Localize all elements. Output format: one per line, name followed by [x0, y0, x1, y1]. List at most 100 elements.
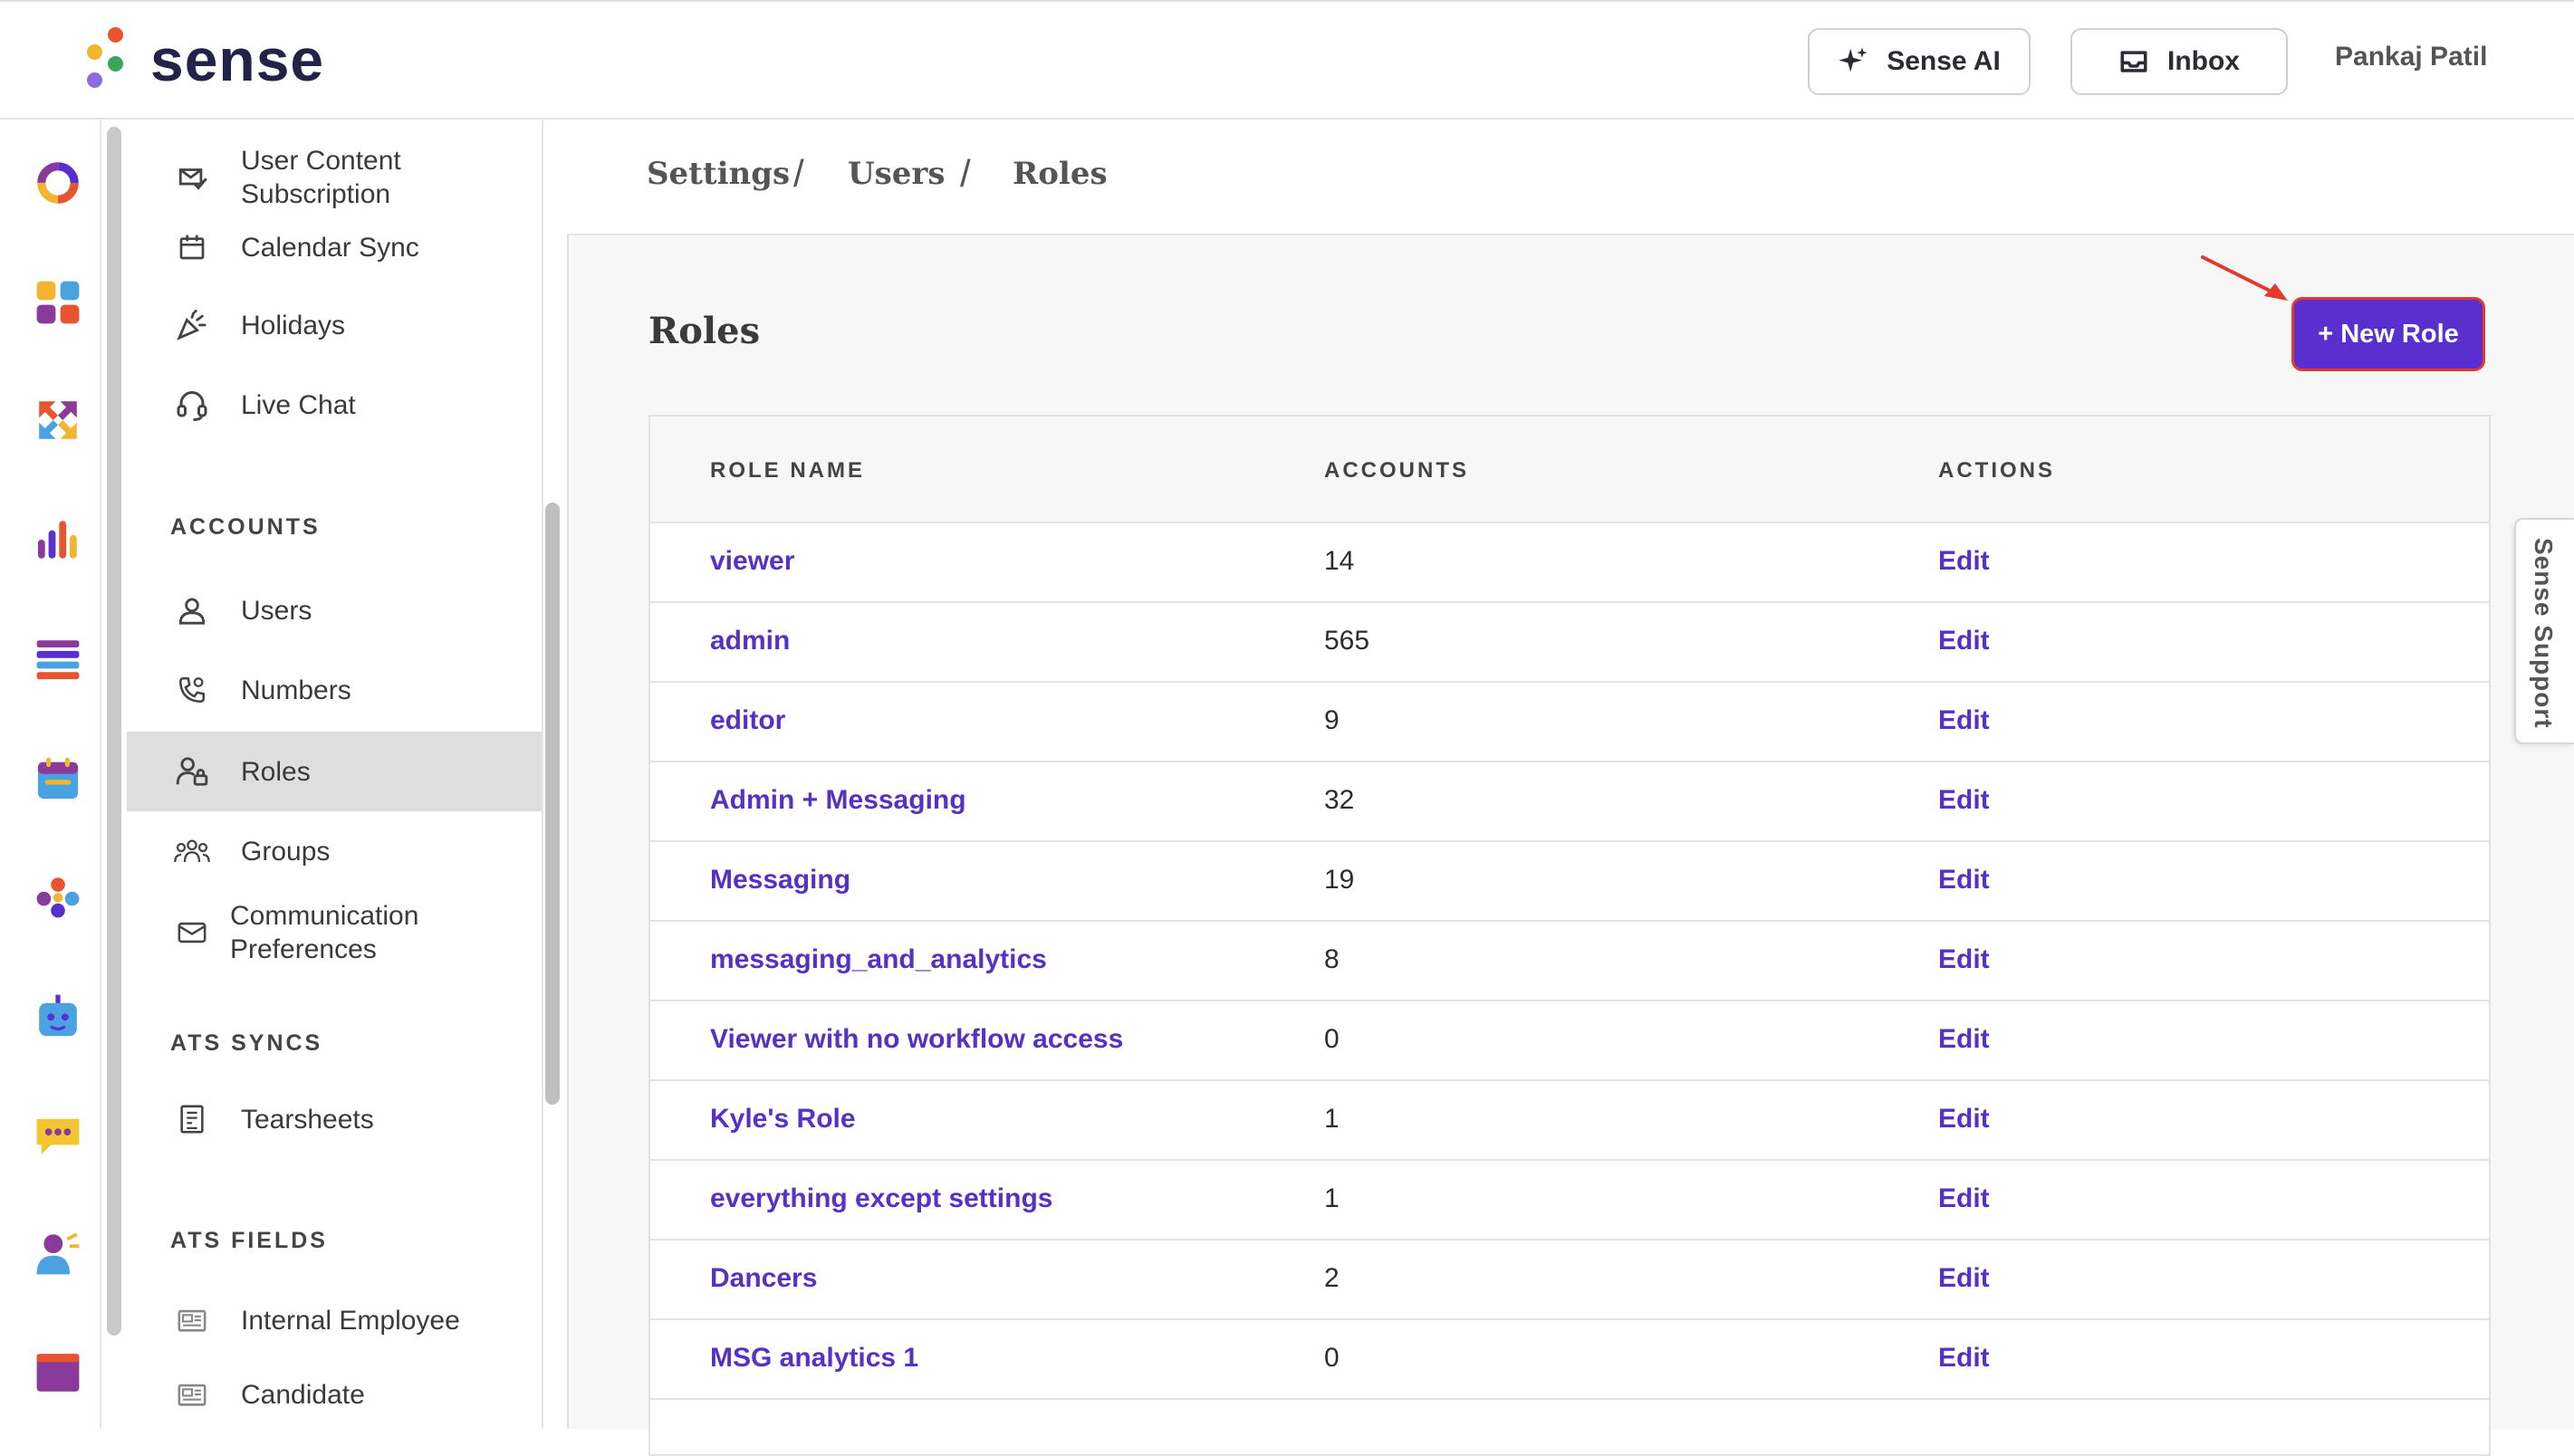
role-name-link[interactable]: Admin + Messaging — [710, 784, 966, 817]
contact-person-icon[interactable] — [34, 1230, 82, 1277]
sidebar-item-roles[interactable]: Roles — [127, 732, 542, 811]
table-row: Dancers 2 Edit — [650, 1240, 2489, 1320]
mail-check-icon — [174, 159, 210, 196]
settings-sidebar: User Content Subscription Calendar Sync … — [127, 120, 543, 1429]
table-header: ROLE NAME ACCOUNTS ACTIONS — [650, 417, 2489, 523]
accounts-count: 9 — [1324, 705, 1340, 735]
edit-role-link[interactable]: Edit — [1938, 545, 1990, 578]
tearsheet-icon — [174, 1101, 210, 1137]
sense-support-label: Sense Support — [2530, 538, 2558, 729]
accounts-count: 1 — [1324, 1104, 1340, 1134]
column-header-role-name[interactable]: ROLE NAME — [710, 458, 865, 484]
accounts-count: 0 — [1324, 1024, 1340, 1054]
user-lock-icon — [174, 753, 210, 790]
column-header-actions: ACTIONS — [1938, 458, 2055, 483]
main-content: Roles + New Role ROLE NAME ACCOUNTS ACTI… — [567, 235, 2574, 1456]
ats-fields-heading: ATS FIELDS — [170, 1228, 328, 1253]
table-row: editor 9 Edit — [650, 683, 2489, 762]
inbox-button[interactable]: Inbox — [2070, 28, 2288, 95]
calendar-icon — [174, 229, 210, 265]
user-menu[interactable]: Pankaj Patil — [2335, 42, 2487, 72]
breadcrumb: Settings / Users / Roles — [567, 120, 2574, 235]
edit-role-link[interactable]: Edit — [1938, 864, 1990, 896]
sidebar-item-calendar-sync[interactable]: Calendar Sync — [127, 216, 542, 279]
edit-role-link[interactable]: Edit — [1938, 1342, 1990, 1375]
edit-role-link[interactable]: Edit — [1938, 944, 1990, 976]
dashboard-ring-icon[interactable] — [34, 159, 82, 206]
accounts-count: 32 — [1324, 785, 1355, 815]
role-name-link[interactable]: Messaging — [710, 864, 850, 896]
user-icon — [174, 592, 210, 628]
role-name-link[interactable]: viewer — [710, 545, 794, 578]
breadcrumb-users[interactable]: Users — [848, 156, 945, 192]
new-role-button[interactable]: + New Role — [2291, 297, 2485, 371]
sidebar-item-user-content-subscription[interactable]: User Content Subscription — [127, 139, 542, 216]
people-network-icon[interactable] — [34, 873, 82, 920]
table-row: messaging_and_analytics 8 Edit — [650, 922, 2489, 1001]
table-row: MSG analytics 1 0 Edit — [650, 1320, 2489, 1400]
accounts-count: 565 — [1324, 626, 1370, 656]
calendar-icon[interactable] — [34, 755, 82, 802]
edit-role-link[interactable]: Edit — [1938, 1183, 1990, 1215]
role-name-link[interactable]: admin — [710, 625, 790, 657]
sidebar-item-communication-preferences[interactable]: Communication Preferences — [127, 891, 542, 974]
edit-role-link[interactable]: Edit — [1938, 784, 1990, 817]
sidebar-item-label: Communication Preferences — [230, 901, 419, 964]
sidebar-item-tearsheets[interactable]: Tearsheets — [127, 1079, 542, 1159]
role-name-link[interactable]: editor — [710, 704, 785, 737]
sidebar-item-candidate[interactable]: Candidate — [127, 1360, 542, 1429]
sidebar-item-label: Internal Employee — [241, 1305, 460, 1336]
inbox-tray-icon — [2120, 51, 2147, 72]
sense-logo[interactable]: sense — [83, 27, 324, 92]
chat-bubble-icon[interactable] — [34, 1112, 82, 1159]
table-row: admin 565 Edit — [650, 603, 2489, 683]
role-name-link[interactable]: MSG analytics 1 — [710, 1342, 918, 1375]
field-card-icon — [174, 1302, 210, 1338]
sidebar-item-label: Tearsheets — [241, 1104, 374, 1135]
list-icon[interactable] — [34, 636, 82, 683]
sidebar-item-users[interactable]: Users — [127, 570, 542, 650]
sense-ai-button[interactable]: Sense AI — [1808, 28, 2031, 95]
ats-syncs-heading: ATS SYNCS — [170, 1030, 323, 1056]
breadcrumb-separator: / — [793, 152, 804, 195]
sidebar-item-live-chat[interactable]: Live Chat — [127, 373, 542, 436]
sidebar-item-holidays[interactable]: Holidays — [127, 293, 542, 357]
rail-scrollbar[interactable] — [107, 127, 121, 1336]
sidebar-scrollbar[interactable] — [545, 503, 560, 1105]
sidebar-item-label: Numbers — [241, 675, 351, 705]
edit-role-link[interactable]: Edit — [1938, 704, 1990, 737]
breadcrumb-settings[interactable]: Settings — [647, 156, 790, 192]
browser-window-icon[interactable] — [34, 1349, 82, 1396]
inbox-label: Inbox — [2167, 46, 2240, 76]
arrows-exchange-icon[interactable] — [34, 397, 82, 444]
sidebar-item-numbers[interactable]: Numbers — [127, 650, 542, 730]
edit-role-link[interactable]: Edit — [1938, 1103, 1990, 1135]
role-name-link[interactable]: Dancers — [710, 1262, 817, 1295]
accounts-heading: ACCOUNTS — [170, 514, 321, 540]
party-popper-icon — [174, 307, 210, 343]
sidebar-item-label: Roles — [241, 756, 311, 787]
chatbot-icon[interactable] — [34, 992, 82, 1039]
table-row: Viewer with no workflow access 0 Edit — [650, 1001, 2489, 1081]
table-row: Admin + Messaging 32 Edit — [650, 762, 2489, 842]
role-name-link[interactable]: messaging_and_analytics — [710, 944, 1047, 976]
logo-text: sense — [150, 26, 325, 93]
accounts-count: 2 — [1324, 1263, 1340, 1293]
field-card-icon — [174, 1376, 210, 1413]
accounts-count: 19 — [1324, 865, 1355, 895]
role-name-link[interactable]: Viewer with no workflow access — [710, 1023, 1123, 1056]
edit-role-link[interactable]: Edit — [1938, 625, 1990, 657]
sidebar-item-label: Groups — [241, 836, 331, 867]
apps-grid-icon[interactable] — [34, 279, 82, 326]
edit-role-link[interactable]: Edit — [1938, 1023, 1990, 1056]
role-name-link[interactable]: everything except settings — [710, 1183, 1052, 1215]
bar-chart-icon[interactable] — [34, 516, 82, 563]
sidebar-item-internal-employee[interactable]: Internal Employee — [127, 1280, 542, 1360]
sidebar-item-groups[interactable]: Groups — [127, 811, 542, 891]
edit-role-link[interactable]: Edit — [1938, 1262, 1990, 1295]
sense-support-tab[interactable]: Sense Support — [2514, 518, 2574, 744]
phone-icon — [174, 672, 210, 708]
column-header-accounts[interactable]: ACCOUNTS — [1324, 458, 1469, 484]
envelope-icon — [174, 915, 210, 951]
role-name-link[interactable]: Kyle's Role — [710, 1103, 856, 1135]
